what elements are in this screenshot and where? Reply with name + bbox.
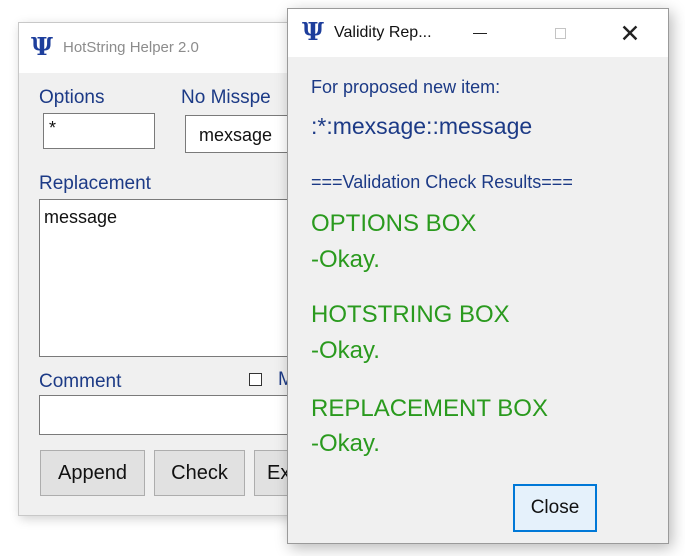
checkbox[interactable] — [249, 373, 262, 386]
minimize-button[interactable] — [456, 9, 504, 57]
replacement-box-heading: REPLACEMENT BOX — [311, 395, 548, 422]
misspell-label: No Misspe — [181, 87, 271, 108]
psi-app-icon: Ψ — [302, 17, 324, 46]
proposed-item: :*:mexsage::message — [311, 113, 533, 139]
options-box-heading: OPTIONS BOX — [311, 210, 477, 237]
validity-report-window: Ψ Validity Rep... ✕ For proposed new ite… — [287, 8, 669, 544]
close-window-button[interactable]: ✕ — [606, 9, 654, 57]
options-label: Options — [39, 87, 105, 108]
validity-report-title: Validity Rep... — [334, 24, 432, 41]
check-button[interactable]: Check — [154, 450, 245, 496]
minimize-icon — [473, 32, 487, 34]
close-button[interactable]: Close — [513, 484, 597, 532]
proposed-label: For proposed new item: — [311, 77, 501, 97]
replacement-box-result: -Okay. — [311, 430, 380, 457]
hotstring-box-heading: HOTSTRING BOX — [311, 301, 510, 328]
hotstring-helper-title: HotString Helper 2.0 — [63, 39, 199, 56]
append-button[interactable]: Append — [40, 450, 145, 496]
options-input[interactable]: * — [43, 113, 155, 149]
maximize-button[interactable] — [536, 9, 584, 57]
options-box-result: -Okay. — [311, 246, 380, 273]
comment-input[interactable] — [39, 395, 319, 435]
replacement-textarea[interactable]: message — [39, 199, 319, 357]
results-header: ===Validation Check Results=== — [311, 172, 573, 192]
hotstring-box-result: -Okay. — [311, 337, 380, 364]
comment-label: Comment — [39, 371, 122, 392]
maximize-icon — [554, 27, 566, 39]
validity-report-titlebar[interactable]: Ψ Validity Rep... ✕ — [288, 9, 668, 57]
replacement-label: Replacement — [39, 173, 151, 194]
close-icon: ✕ — [619, 18, 641, 48]
psi-app-icon: Ψ — [31, 32, 53, 61]
